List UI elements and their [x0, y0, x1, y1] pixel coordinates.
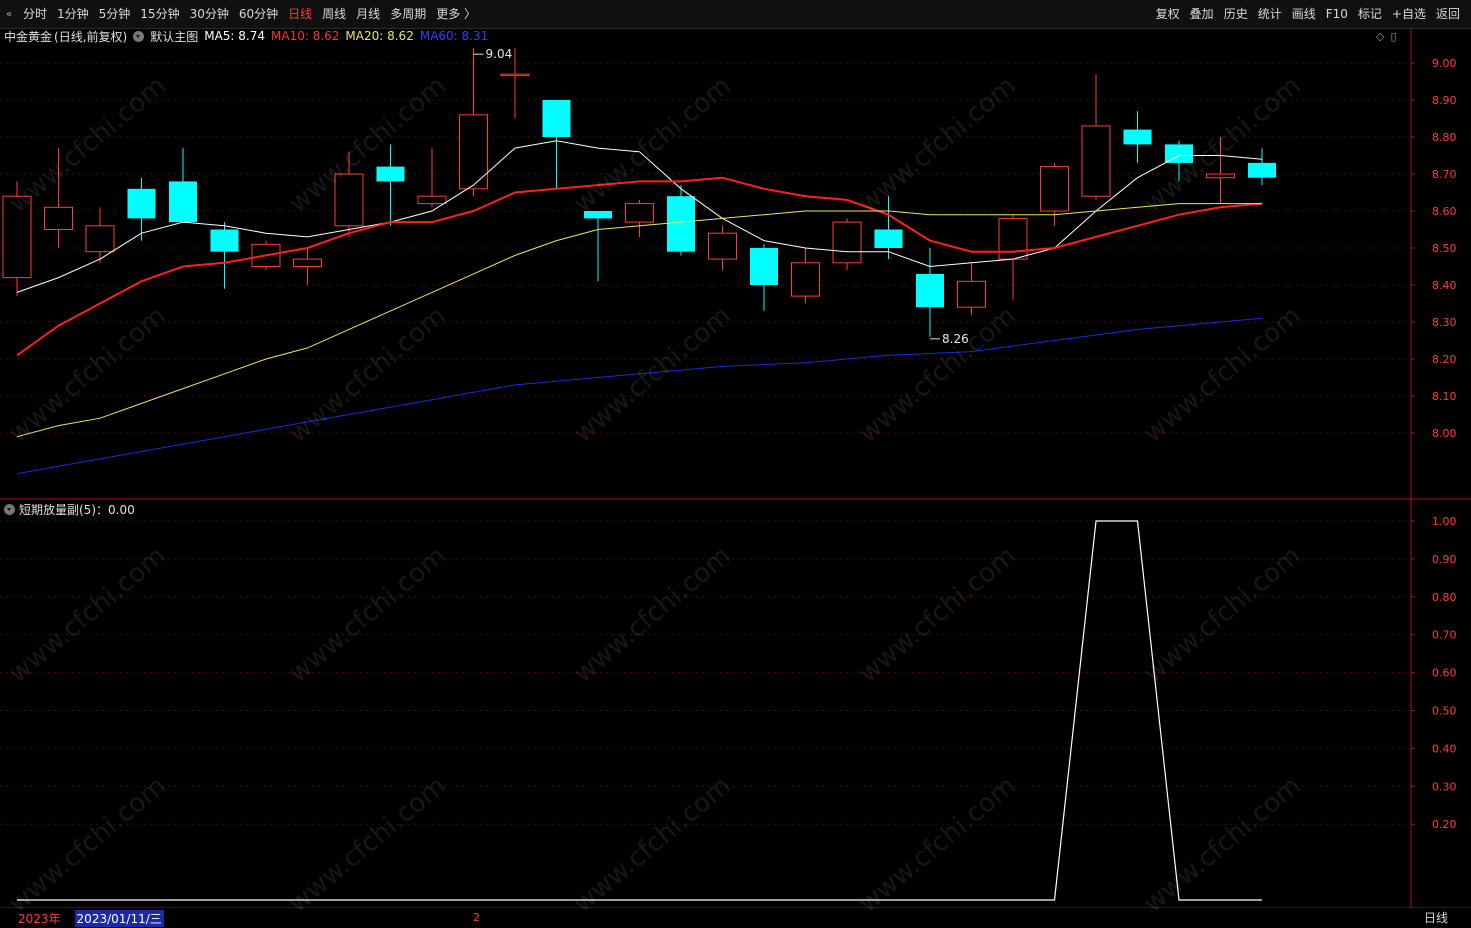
period-tabs: « 分时 1分钟 5分钟 15分钟 30分钟 60分钟 日线 周线 月线 多周期 更多 〉 [0, 0, 481, 28]
candle-body-down [874, 229, 903, 248]
tool-button-5[interactable]: F10 [1321, 0, 1353, 28]
y-tick-label: 0.30 [1432, 780, 1457, 793]
y-tick-label: 8.70 [1432, 168, 1457, 181]
tool-button-2[interactable]: 历史 [1219, 0, 1253, 28]
candle-body-up [85, 225, 115, 253]
tool-button-8[interactable]: 返回 [1431, 0, 1465, 28]
candle-body-up [957, 280, 986, 308]
y-tick-label: 0.20 [1432, 818, 1457, 831]
month-marker: 2 [473, 911, 480, 924]
candle-body-up [832, 221, 862, 264]
y-tick-label: 8.50 [1432, 242, 1457, 255]
y-tick-label: 8.90 [1432, 94, 1457, 107]
candle-body-down [1165, 144, 1193, 163]
tool-button-6[interactable]: 标记 [1353, 0, 1387, 28]
candle-body-down [750, 248, 778, 285]
double-chevron-left-icon[interactable]: « [0, 0, 18, 28]
period-tab-0[interactable]: 分时 [18, 0, 52, 28]
period-switch[interactable]: 日线 [1424, 909, 1448, 927]
y-tick-label: 0.70 [1432, 629, 1457, 642]
price-annotation: 9.04 [486, 47, 513, 61]
candle-body-up [1081, 125, 1111, 197]
y-tick-label: 8.40 [1432, 279, 1457, 292]
tool-buttons: 复权 叠加 历史 统计 画线 F10 标记 +自选 返回 [1151, 0, 1465, 28]
candle-body-down [1248, 162, 1276, 178]
candle-body-up [293, 258, 322, 268]
tool-button-4[interactable]: 画线 [1287, 0, 1321, 28]
sub-indicator-line [17, 520, 1262, 901]
y-tick-label: 8.00 [1432, 427, 1457, 440]
kline-chart[interactable]: 9.00 8.90 8.80 8.70 8.60 8.50 8.40 8.30 8.20 8.10… [0, 28, 1471, 908]
candle-body-up [500, 73, 530, 77]
tool-button-7[interactable]: +自选 [1387, 0, 1431, 28]
period-tab-10[interactable]: 更多 〉 [431, 0, 481, 28]
time-axis: 2023年 2023/01/11/三 [0, 908, 164, 928]
period-tab-5[interactable]: 60分钟 [234, 0, 283, 28]
y-tick-label: 9.00 [1432, 57, 1457, 70]
period-tab-4[interactable]: 30分钟 [185, 0, 234, 28]
candle-body-up [708, 232, 737, 260]
y-tick-label: 8.60 [1432, 205, 1457, 218]
tool-button-3[interactable]: 统计 [1253, 0, 1287, 28]
candle-body-up [998, 217, 1028, 260]
tool-button-1[interactable]: 叠加 [1185, 0, 1219, 28]
candle-body-down [542, 100, 571, 137]
candle-body-up [625, 203, 654, 223]
candle-body-up [2, 195, 32, 279]
tool-button-0[interactable]: 复权 [1151, 0, 1185, 28]
candle-body-up [334, 173, 364, 227]
candle-body-up [417, 195, 447, 205]
y-tick-label: 8.20 [1432, 353, 1457, 366]
period-toolbar: « 分时 1分钟 5分钟 15分钟 30分钟 60分钟 日线 周线 月线 多周期 更多 〉 复权 叠加… [0, 0, 1471, 29]
y-tick-label: 0.60 [1432, 667, 1457, 680]
candle-body-down [667, 196, 695, 252]
ma-line-ma20 [16, 203, 1262, 438]
candle-body-down [127, 188, 156, 219]
y-tick-label: 0.80 [1432, 591, 1457, 604]
period-tab-6[interactable]: 日线 [283, 0, 317, 28]
candle-body-down [210, 229, 239, 252]
candle-body-down [1123, 129, 1152, 145]
candle-body-up [791, 262, 820, 297]
period-tab-7[interactable]: 周线 [317, 0, 351, 28]
candle-body-down [376, 166, 405, 182]
price-annotation: 8.26 [942, 332, 969, 346]
y-tick-label: 0.90 [1432, 553, 1457, 566]
candle-body-down [916, 273, 944, 308]
year-label: 2023年 [18, 911, 61, 926]
period-tab-1[interactable]: 1分钟 [52, 0, 94, 28]
y-tick-label: 0.50 [1432, 705, 1457, 718]
candle-body-up [1040, 166, 1069, 212]
cursor-date: 2023/01/11/三 [74, 909, 164, 927]
candle-body-up [1206, 173, 1235, 179]
candle-body-down [169, 181, 197, 223]
period-tab-2[interactable]: 5分钟 [94, 0, 136, 28]
period-tab-9[interactable]: 多周期 [385, 0, 431, 28]
candle-body-down [584, 211, 612, 219]
period-tab-8[interactable]: 月线 [351, 0, 385, 28]
y-tick-label: 8.80 [1432, 131, 1457, 144]
candle-body-up [459, 114, 488, 190]
period-tab-3[interactable]: 15分钟 [135, 0, 184, 28]
candle-body-up [44, 206, 73, 231]
y-tick-label: 8.10 [1432, 390, 1457, 403]
y-tick-label: 0.40 [1432, 742, 1457, 755]
y-tick-label: 8.30 [1432, 316, 1457, 329]
y-tick-label: 1.00 [1432, 515, 1457, 528]
